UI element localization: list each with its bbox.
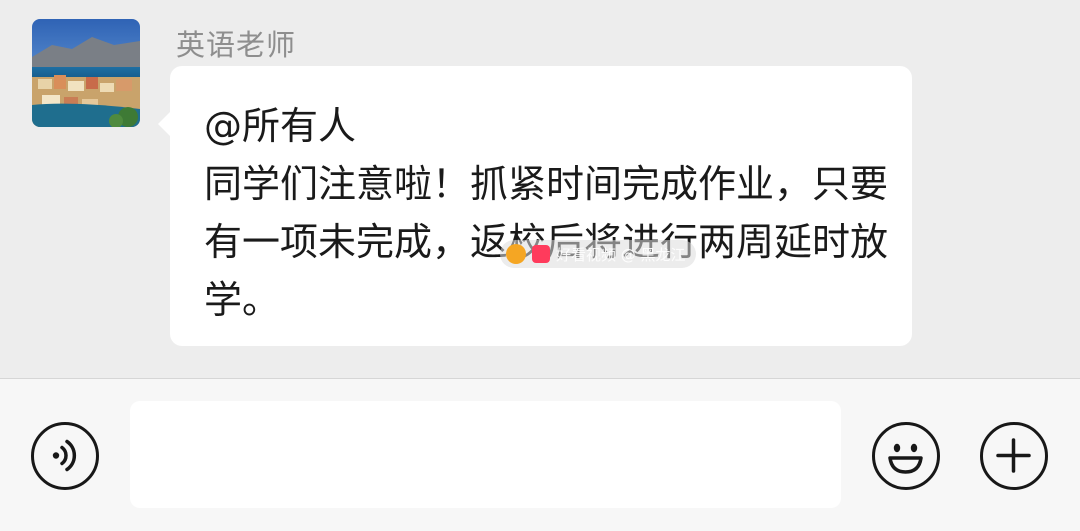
watermark-logo-icon [506,244,526,264]
message-input[interactable] [130,401,841,508]
bubble-tail [158,112,170,136]
more-button[interactable] [980,422,1048,490]
avatar[interactable] [32,19,140,127]
sender-name: 英语老师 [176,28,297,62]
watermark-text: 好看视频 @ 黑龙江 [556,245,686,264]
smiley-icon [888,443,923,474]
watermark-brand-icon [532,245,550,263]
message-text: @所有人 同学们注意啦！抓紧时间完成作业，只要有一项未完成，返校后将进行两周延时… [204,104,889,322]
input-bar [0,379,1080,531]
watermark: 好看视频 @ 黑龙江 [500,240,696,268]
plus-icon [996,438,1031,473]
voice-button[interactable] [31,422,99,490]
message-bubble[interactable]: @所有人 同学们注意啦！抓紧时间完成作业，只要有一项未完成，返校后将进行两周延时… [158,66,912,346]
voice-icon [52,439,77,472]
emoji-button[interactable] [872,422,940,490]
chat-area: 英语老师 @所有人 同学们注意啦！抓紧时间完成作业，只要有一项未完成，返校后将进… [0,0,1080,378]
avatar-image [32,19,140,127]
